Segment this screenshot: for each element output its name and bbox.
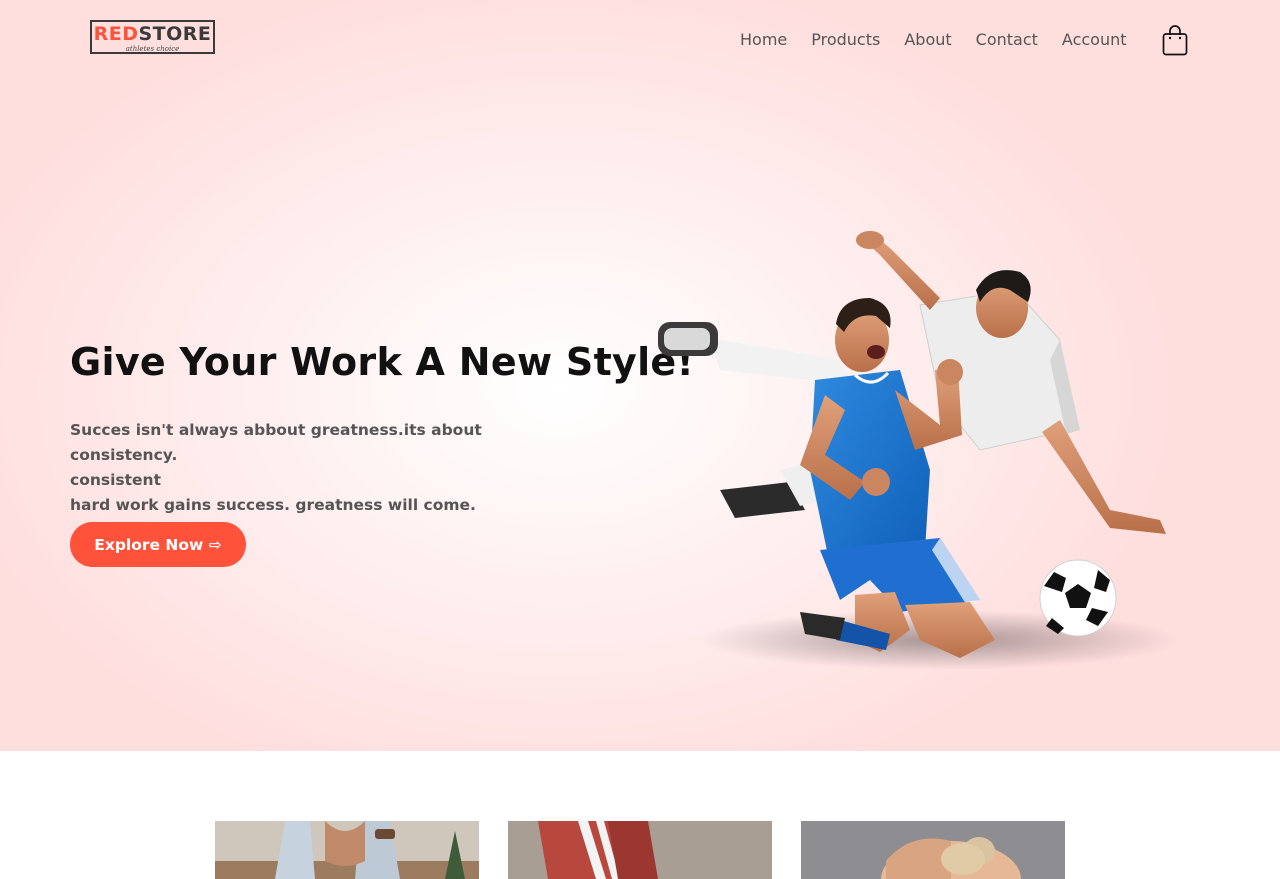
nav-about-link[interactable]: About: [904, 30, 951, 50]
hero-description-line: hard work gains success. greatness will …: [70, 496, 476, 514]
category-jeans-image[interactable]: [215, 821, 479, 879]
explore-now-button[interactable]: Explore Now ⇨: [70, 522, 246, 567]
main-nav: Home Products About Contact Account: [740, 30, 1127, 50]
hero-title: Give Your Work A New Style!: [70, 340, 695, 384]
football-players-image: [640, 220, 1220, 690]
nav-account-link[interactable]: Account: [1062, 30, 1127, 50]
hero-description-line: consistent: [70, 471, 162, 489]
nav-products-link[interactable]: Products: [811, 30, 880, 50]
category-fitness-image[interactable]: [801, 821, 1065, 879]
featured-categories: [215, 821, 1065, 879]
hero-description: Succes isn't always abbout greatness.its…: [70, 418, 570, 518]
nav-home-link[interactable]: Home: [740, 30, 787, 50]
hero-description-line: Succes isn't always abbout greatness.its…: [70, 421, 482, 464]
category-sportswear-image[interactable]: [508, 821, 772, 879]
nav-contact-link[interactable]: Contact: [976, 30, 1038, 50]
logo-wordmark: REDSTORE: [93, 23, 212, 45]
logo[interactable]: REDSTORE athletes choice: [90, 20, 215, 54]
logo-tagline: athletes choice: [125, 45, 180, 53]
shopping-bag-icon[interactable]: [1162, 25, 1188, 56]
hero-section: REDSTORE athletes choice Home Products A…: [0, 0, 1280, 751]
